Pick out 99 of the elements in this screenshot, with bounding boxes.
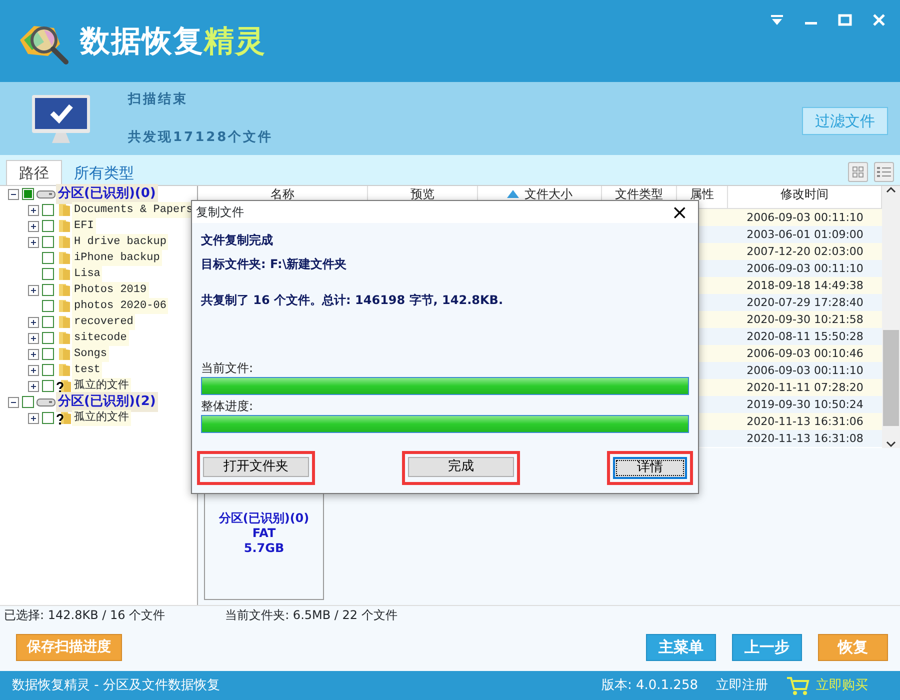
scan-status: 扫描结束 bbox=[128, 91, 189, 109]
drive-icon bbox=[36, 396, 56, 408]
checkbox[interactable] bbox=[42, 300, 54, 312]
folder-icon bbox=[56, 283, 72, 297]
checkbox[interactable] bbox=[42, 316, 54, 328]
folder-icon bbox=[56, 235, 72, 249]
table-cell-text: 2018-09-18 14:49:38 bbox=[746, 278, 864, 294]
table-cell-text: 2020-11-13 16:31:06 bbox=[746, 414, 864, 430]
folder-label[interactable]: 孤立的文件 bbox=[72, 410, 131, 426]
table-cell-text: 2019-09-30 10:50:24 bbox=[746, 397, 864, 413]
tab[interactable]: 所有类型 bbox=[62, 160, 146, 185]
version-label: 版本: 4.0.1.258 bbox=[601, 676, 698, 695]
partition-name: 分区(已识别)(0) bbox=[218, 511, 310, 526]
product-description: 数据恢复精灵 - 分区及文件数据恢复 bbox=[12, 676, 220, 695]
folder-icon bbox=[56, 251, 72, 265]
table-cell-text: 2020-11-13 16:31:08 bbox=[746, 431, 864, 447]
partition-label[interactable]: 分区(已识别)(2) bbox=[56, 392, 158, 412]
drive-icon bbox=[36, 188, 56, 200]
table-cell-text: 2003-06-01 01:09:00 bbox=[746, 227, 864, 243]
table-cell-text: 2006-09-03 00:11:10 bbox=[746, 210, 864, 226]
collapse-toggle-icon[interactable] bbox=[8, 396, 19, 408]
folder-label[interactable]: sitecode bbox=[72, 330, 129, 346]
dialog-button[interactable]: 完成 bbox=[408, 457, 514, 477]
folder-label[interactable]: Photos 2019 bbox=[72, 282, 149, 298]
checkbox[interactable] bbox=[42, 412, 54, 424]
filesystem-label: FAT bbox=[252, 526, 276, 541]
list-view-icon bbox=[877, 166, 891, 178]
cart-icon bbox=[786, 676, 810, 696]
expand-toggle-icon[interactable] bbox=[28, 220, 39, 232]
close-icon[interactable] bbox=[872, 14, 886, 26]
folder-label[interactable]: test bbox=[72, 362, 102, 378]
expand-toggle-icon[interactable] bbox=[28, 364, 39, 376]
progress-label: 整体进度: bbox=[201, 398, 254, 415]
dialog-button[interactable]: 详情 bbox=[613, 457, 687, 479]
expand-toggle-icon[interactable] bbox=[28, 236, 39, 248]
checkbox[interactable] bbox=[42, 236, 54, 248]
expand-toggle-icon[interactable] bbox=[28, 316, 39, 328]
folder-label[interactable]: EFI bbox=[72, 218, 96, 234]
folder-icon bbox=[56, 203, 72, 217]
checkbox[interactable] bbox=[42, 284, 54, 296]
folder-icon bbox=[56, 315, 72, 329]
folder-icon bbox=[56, 363, 72, 377]
expand-toggle-icon[interactable] bbox=[28, 204, 39, 216]
folder-label[interactable]: H drive backup bbox=[72, 234, 168, 250]
checkbox[interactable] bbox=[22, 188, 34, 200]
dialog-button[interactable]: 打开文件夹 bbox=[203, 457, 309, 477]
checkbox[interactable] bbox=[42, 332, 54, 344]
scroll-down-icon[interactable] bbox=[886, 440, 896, 448]
current-folder-summary: 当前文件夹: 6.5MB / 22 个文件 bbox=[225, 607, 398, 623]
folder-label[interactable]: photos 2020-06 bbox=[72, 298, 168, 314]
expand-toggle-icon[interactable] bbox=[28, 348, 39, 360]
folder-question-icon bbox=[56, 379, 72, 393]
checkbox[interactable] bbox=[42, 380, 54, 392]
partition-label[interactable]: 分区(已识别)(0) bbox=[56, 184, 158, 204]
checkbox[interactable] bbox=[22, 396, 34, 408]
expand-toggle-icon[interactable] bbox=[28, 284, 39, 296]
folder-label[interactable]: Songs bbox=[72, 346, 110, 362]
grid-view-icon bbox=[852, 166, 864, 178]
table-cell-text: 2020-07-29 17:28:40 bbox=[746, 295, 864, 311]
grid-view-button[interactable] bbox=[848, 162, 868, 182]
checkbox[interactable] bbox=[42, 220, 54, 232]
table-cell-text: 2020-08-11 15:50:28 bbox=[746, 329, 864, 345]
progress-label: 当前文件: bbox=[201, 360, 254, 377]
tab[interactable]: 路径 bbox=[6, 160, 62, 185]
target-folder-text: 目标文件夹: F:\新建文件夹 bbox=[201, 256, 348, 273]
files-found-count: 共发现17128个文件 bbox=[128, 128, 274, 146]
folder-label[interactable]: recovered bbox=[72, 314, 136, 330]
partition-size: 5.7GB bbox=[244, 541, 284, 556]
checkbox[interactable] bbox=[42, 204, 54, 216]
maximize-icon[interactable] bbox=[838, 14, 852, 26]
expand-toggle-icon[interactable] bbox=[28, 380, 39, 392]
folder-icon bbox=[56, 299, 72, 313]
scrollbar-thumb[interactable] bbox=[883, 330, 899, 426]
table-cell-text: 2006-09-03 00:10:46 bbox=[746, 346, 864, 362]
selected-summary: 已选择: 142.8KB / 16 个文件 bbox=[4, 607, 166, 623]
copy-summary-text: 共复制了 16 个文件。总计: 146198 字节, 142.8KB. bbox=[201, 292, 504, 309]
table-cell-text: 2020-11-11 07:28:20 bbox=[746, 380, 864, 396]
folder-label[interactable]: Lisa bbox=[72, 266, 102, 282]
collapse-toggle-icon[interactable] bbox=[8, 188, 19, 200]
checkbox[interactable] bbox=[42, 268, 54, 280]
expand-toggle-icon[interactable] bbox=[28, 332, 39, 344]
checkbox[interactable] bbox=[42, 252, 54, 264]
copy-complete-heading: 文件复制完成 bbox=[201, 232, 274, 249]
table-cell-text: 2007-12-20 02:03:00 bbox=[746, 244, 864, 260]
checkbox[interactable] bbox=[42, 348, 54, 360]
folder-question-icon bbox=[56, 411, 72, 425]
scroll-up-icon[interactable] bbox=[886, 186, 896, 194]
folder-icon bbox=[56, 219, 72, 233]
dropdown-menu-icon[interactable] bbox=[770, 14, 784, 26]
table-cell-text: 2006-09-03 00:11:10 bbox=[746, 363, 864, 379]
folder-icon bbox=[56, 267, 72, 281]
app-title: 数据恢复精灵 bbox=[80, 22, 266, 60]
table-cell-text: 2020-09-30 10:21:58 bbox=[746, 312, 864, 328]
table-cell-text: 2006-09-03 00:11:10 bbox=[746, 261, 864, 277]
folder-icon bbox=[56, 331, 72, 345]
folder-label[interactable]: iPhone backup bbox=[72, 250, 162, 266]
checkbox[interactable] bbox=[42, 364, 54, 376]
expand-toggle-icon[interactable] bbox=[28, 412, 39, 424]
folder-icon bbox=[56, 347, 72, 361]
